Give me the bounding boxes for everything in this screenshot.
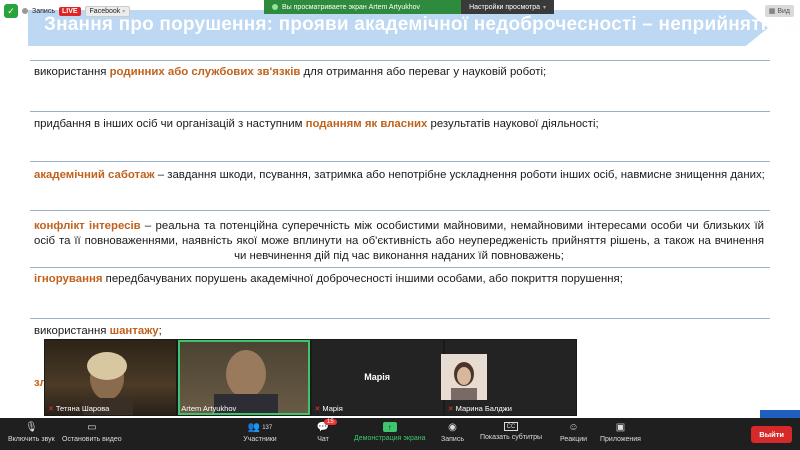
chat-button[interactable]: 💬 15 Чат bbox=[316, 419, 337, 443]
top-left-controls: ✓ Запись LIVE Facebook ▾ bbox=[4, 3, 131, 19]
row-divider bbox=[30, 210, 770, 211]
zoom-window: Знання про порушення: прояви академічної… bbox=[0, 0, 800, 450]
reactions-button[interactable]: ☺ Реакции bbox=[560, 422, 587, 443]
video-tile[interactable]: ✕ Тетяна Шарова bbox=[45, 340, 177, 415]
video-strip: ✕ Тетяна Шарова Artem Artyukhov Марія ✕ Ма… bbox=[44, 339, 577, 416]
chat-icon: 💬 15 bbox=[316, 419, 337, 433]
slide-row-3: академічний саботаж – завдання шкоди, пс… bbox=[34, 169, 765, 181]
participants-button[interactable]: 👥 137 Участники bbox=[242, 422, 278, 443]
row-divider bbox=[30, 111, 770, 112]
subtitles-button[interactable]: CC Показать субтитры bbox=[480, 422, 542, 441]
unmute-button[interactable]: 🎙 Включить звук bbox=[8, 422, 55, 443]
chat-badge: 15 bbox=[324, 419, 337, 425]
row-divider bbox=[30, 161, 770, 162]
share-screen-icon: ↑ bbox=[382, 422, 397, 432]
slide-row-5: ігнорування передбачуваних порушень акад… bbox=[34, 273, 623, 285]
slide-row-2: придбання в інших осіб чи організацій з … bbox=[34, 118, 599, 130]
camera-icon: ▭ bbox=[87, 422, 97, 433]
slide-row-4: конфлікт інтересів – реальна та потенцій… bbox=[34, 220, 764, 262]
record-dot-icon bbox=[22, 8, 28, 14]
slide-row-6: використання шантажу; bbox=[34, 325, 162, 337]
closed-captions-icon: CC bbox=[504, 422, 519, 431]
facebook-stream-button[interactable]: Facebook ▾ bbox=[84, 5, 131, 17]
meeting-toolbar: 🎙 Включить звук ▭ Остановить видео 👥 137 … bbox=[0, 418, 800, 450]
recording-label: Запись bbox=[32, 7, 55, 15]
participant-name: Марія bbox=[322, 404, 343, 413]
video-tile[interactable]: Марія ✕ Марія bbox=[311, 340, 443, 415]
mic-muted-icon: ✕ bbox=[314, 405, 321, 413]
slide-row-7-partial: зл bbox=[34, 377, 47, 389]
row-divider bbox=[30, 318, 770, 319]
record-button[interactable]: ◉ Запись bbox=[441, 422, 464, 443]
row-divider bbox=[30, 267, 770, 268]
row-divider bbox=[30, 60, 770, 61]
smiley-icon: ☺ bbox=[568, 422, 579, 433]
share-screen-button[interactable]: ↑ Демонстрация экрана bbox=[354, 422, 426, 442]
participant-avatar bbox=[441, 354, 487, 400]
grid-icon: ▦ bbox=[768, 8, 776, 15]
stop-video-button[interactable]: ▭ Остановить видео bbox=[62, 422, 122, 443]
slide-row-1: використання родинних або службових зв'я… bbox=[34, 66, 547, 78]
view-button[interactable]: ▦ Вид bbox=[764, 5, 794, 17]
slide-title: Знання про порушення: прояви академічної… bbox=[44, 14, 800, 35]
mic-muted-icon: ✕ bbox=[447, 405, 454, 413]
share-status-dot-icon bbox=[272, 4, 278, 10]
participant-display-name: Марія bbox=[364, 372, 391, 382]
share-status: Вы просматриваете экран Artem Artyukhov bbox=[264, 0, 462, 14]
participants-icon: 👥 137 bbox=[247, 422, 273, 433]
participant-name: Тетяна Шарова bbox=[55, 404, 110, 413]
apps-icon: ▣ bbox=[615, 422, 626, 433]
view-options-button[interactable]: Настройки просмотра ▾ bbox=[461, 0, 554, 14]
live-badge[interactable]: LIVE bbox=[58, 6, 81, 16]
mic-muted-icon: ✕ bbox=[48, 405, 54, 413]
security-shield-icon[interactable]: ✓ bbox=[4, 4, 18, 18]
screen-share-bar: Вы просматриваете экран Artem Artyukhov … bbox=[264, 0, 554, 14]
apps-button[interactable]: ▣ Приложения bbox=[600, 422, 641, 443]
video-tile-active-speaker[interactable]: Artem Artyukhov bbox=[178, 340, 310, 415]
leave-meeting-button[interactable]: Выйти bbox=[751, 426, 792, 443]
participant-name: Artem Artyukhov bbox=[181, 404, 237, 413]
record-icon: ◉ bbox=[448, 422, 457, 433]
mic-off-icon: 🎙 bbox=[24, 422, 38, 433]
participant-name: Марина Балджи bbox=[455, 404, 512, 413]
